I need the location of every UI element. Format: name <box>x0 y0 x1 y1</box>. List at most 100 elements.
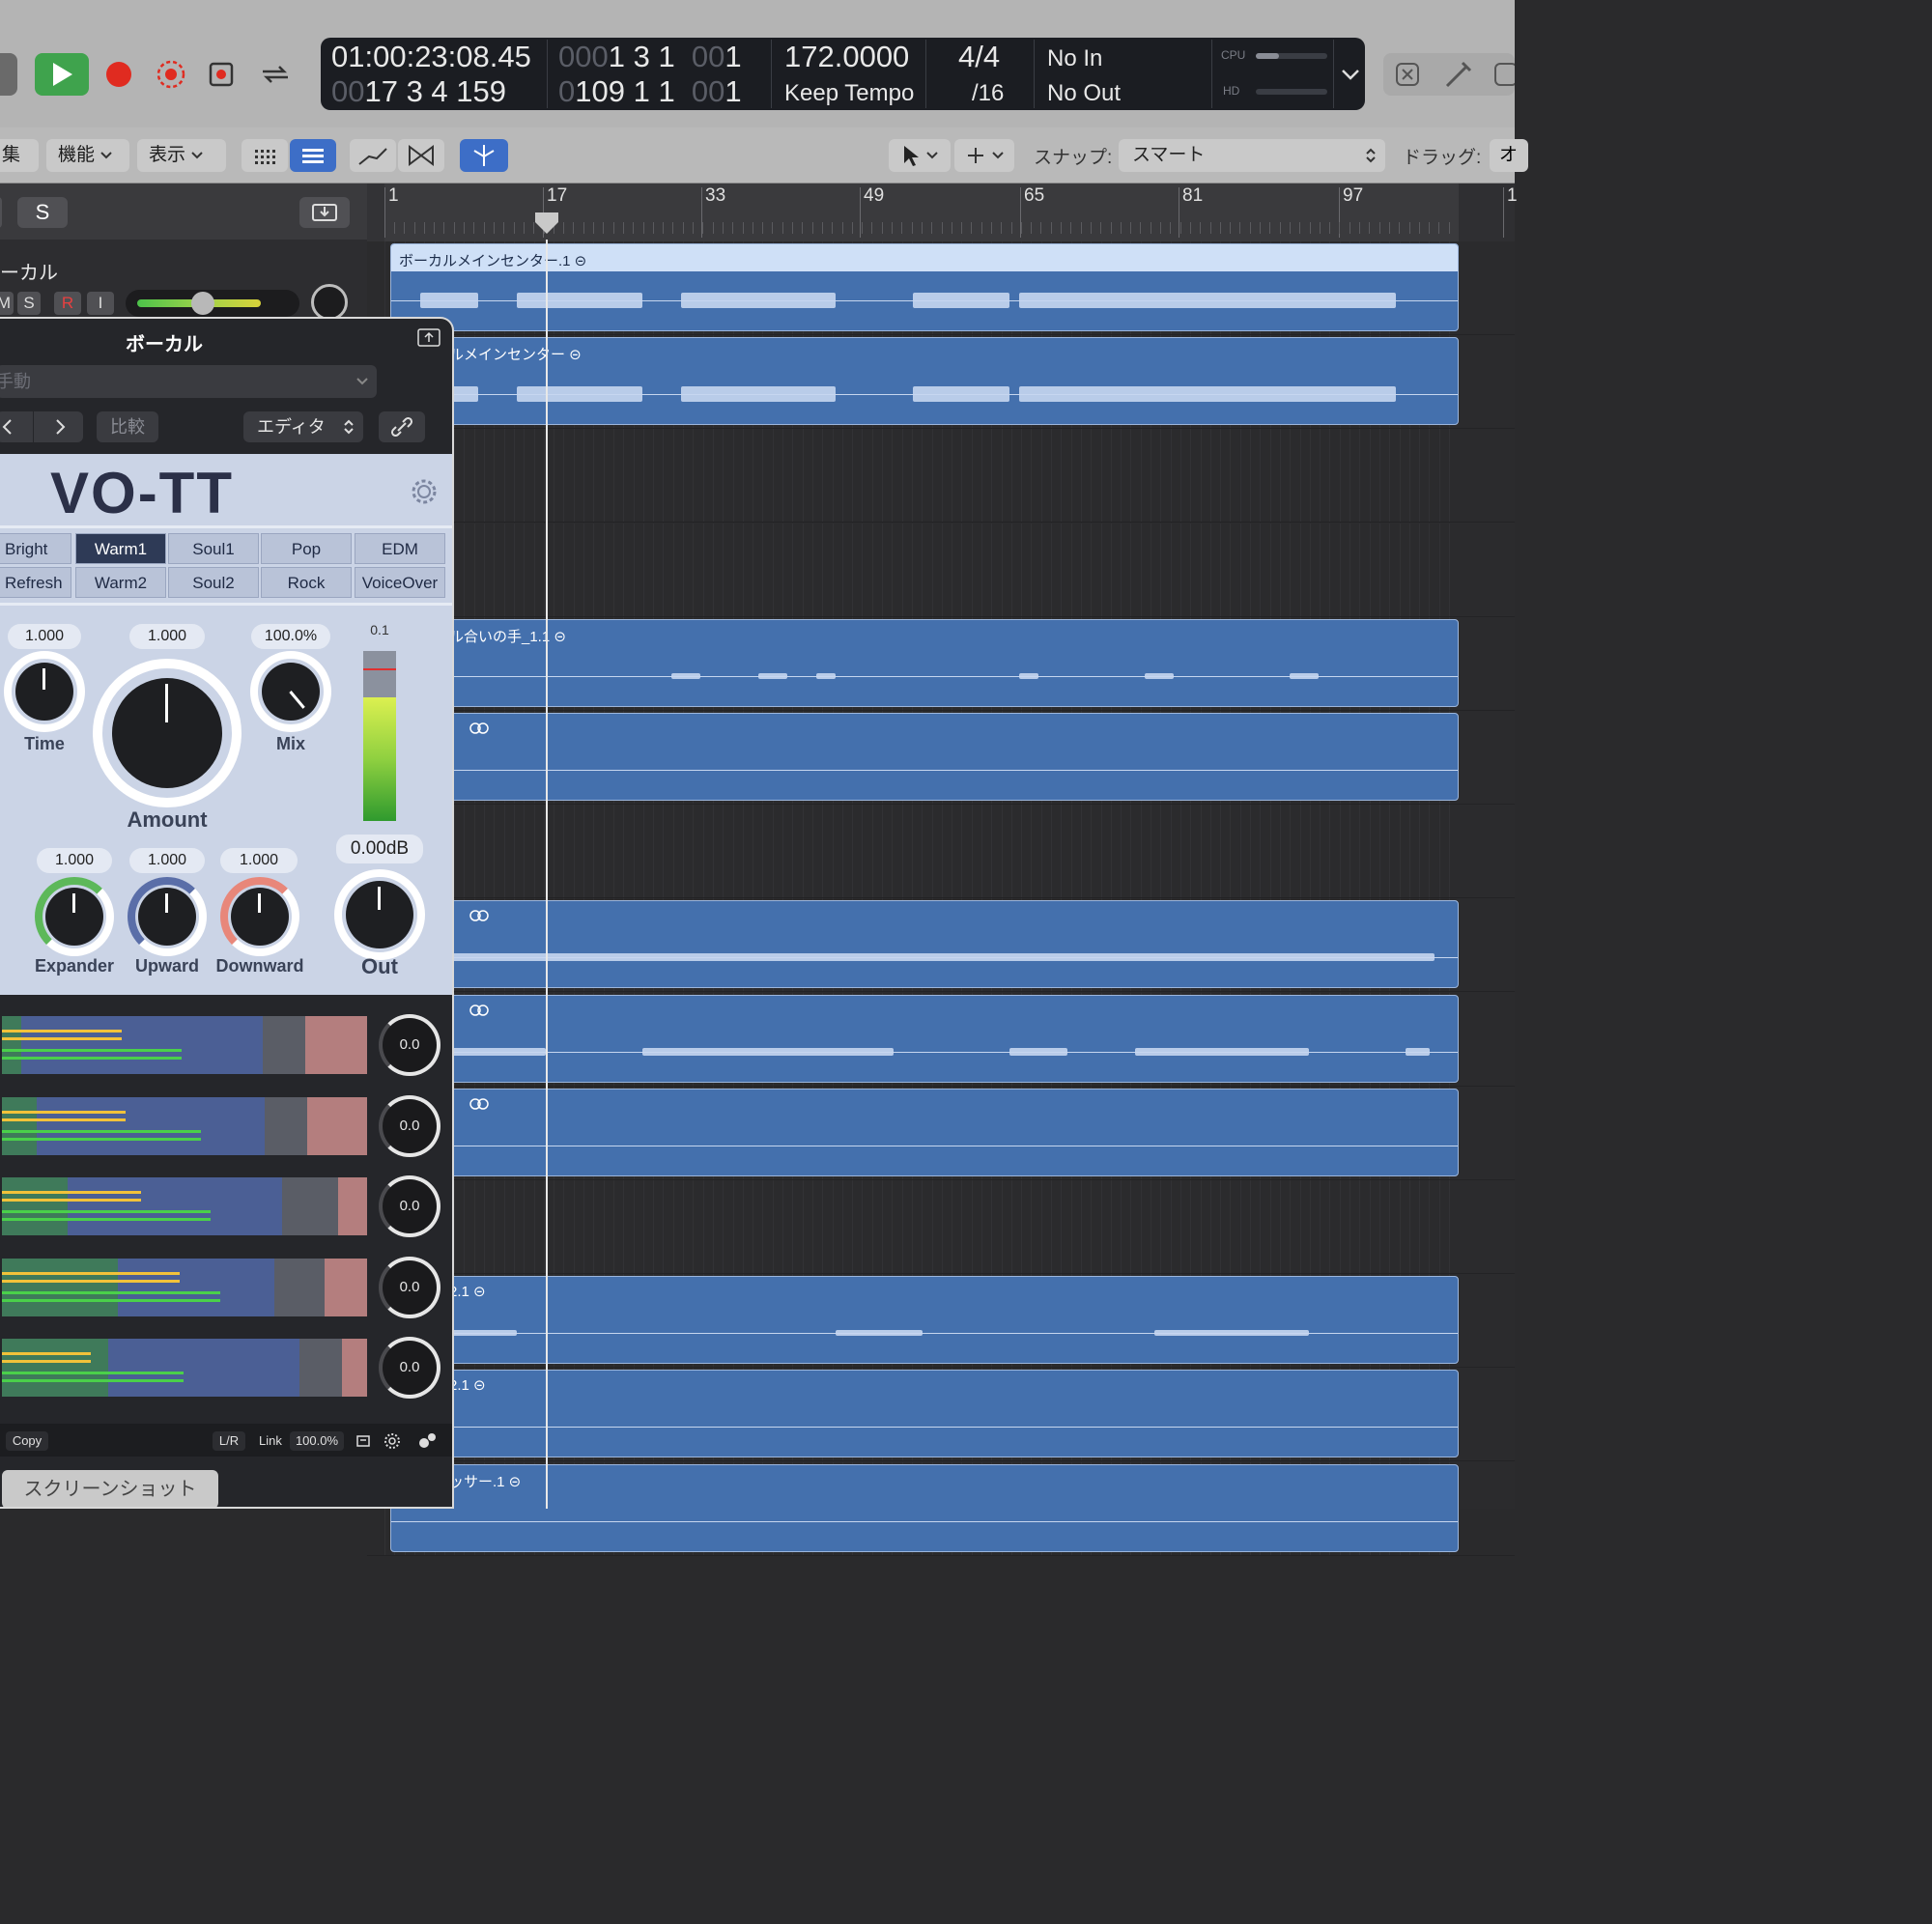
band-gain-knob[interactable]: 0.0 <box>379 1175 440 1237</box>
automation-button[interactable] <box>350 139 396 172</box>
compare-button[interactable]: 比較 <box>97 411 158 442</box>
track-lane[interactable]: ッサー.1 ⊝ <box>367 1462 1515 1556</box>
track-lane[interactable]: ルメインセンター ⊝ <box>367 335 1515 429</box>
archive-icon[interactable] <box>354 1431 373 1451</box>
settings-gear-icon[interactable] <box>383 1431 402 1451</box>
edit-menu[interactable]: 集 <box>0 139 39 172</box>
grid-view-button[interactable] <box>242 139 288 172</box>
track-lane[interactable]: 2.1 ⊝ <box>367 1368 1515 1461</box>
record-enable-button[interactable]: R <box>54 292 81 315</box>
screenshot-button[interactable]: スクリーンショット <box>2 1470 218 1507</box>
band-gain-knob[interactable]: 0.0 <box>379 1095 440 1157</box>
output-port[interactable]: No Out <box>1047 80 1121 107</box>
tempo-mode[interactable]: Keep Tempo <box>784 80 914 107</box>
global-solo-button[interactable]: S <box>17 197 68 228</box>
playhead-handle[interactable] <box>535 212 558 234</box>
functions-menu[interactable]: 機能 <box>46 139 129 172</box>
upward-knob[interactable] <box>138 888 196 946</box>
expander-knob[interactable] <box>45 888 103 946</box>
preset-button-voiceover[interactable]: VoiceOver <box>355 567 445 598</box>
preset-menu[interactable]: 手動 <box>0 365 377 398</box>
lcd-display[interactable]: 01:00:23:08.45 0017 3 4 159 0001 3 1 001… <box>321 38 1365 110</box>
track-lane[interactable] <box>367 523 1515 617</box>
track-lane[interactable] <box>367 711 1515 805</box>
mix-knob[interactable] <box>262 663 320 721</box>
audio-region[interactable]: ボーカルメインセンター.1 ⊝ <box>390 243 1459 331</box>
band-row[interactable] <box>2 1016 367 1074</box>
band-row[interactable] <box>2 1177 367 1235</box>
audio-region[interactable] <box>390 713 1459 801</box>
track-lane[interactable] <box>367 1180 1515 1274</box>
amount-knob[interactable] <box>112 678 222 788</box>
division-display[interactable]: /16 <box>972 80 1004 107</box>
punch-button[interactable] <box>199 53 243 96</box>
mute-button[interactable]: M <box>0 292 14 315</box>
track-lane[interactable] <box>367 1087 1515 1180</box>
preset-button-refresh[interactable]: Refresh <box>0 567 71 598</box>
play-button[interactable] <box>35 53 89 96</box>
audio-region[interactable] <box>390 900 1459 988</box>
preset-button-soul1[interactable]: Soul1 <box>168 533 259 564</box>
chevron-left-icon[interactable] <box>0 417 17 437</box>
preset-button-warm1[interactable]: Warm1 <box>75 533 166 564</box>
cycle-button[interactable] <box>251 53 299 96</box>
tracks-download-button[interactable] <box>299 197 350 228</box>
audio-region[interactable] <box>390 1089 1459 1176</box>
snap-select[interactable]: スマート <box>1119 139 1385 172</box>
audio-region[interactable] <box>390 995 1459 1083</box>
capture-record-button[interactable] <box>149 53 193 96</box>
audio-region[interactable]: 2.1 ⊝ <box>390 1370 1459 1457</box>
track-lane[interactable] <box>367 993 1515 1087</box>
input-monitor-button[interactable]: I <box>87 292 114 315</box>
chevron-down-icon[interactable] <box>1339 65 1362 84</box>
copy-button[interactable]: Copy <box>6 1431 48 1451</box>
score-icon[interactable] <box>1492 61 1515 88</box>
chevron-right-icon[interactable] <box>50 417 70 437</box>
pointer-tool-menu[interactable] <box>889 139 951 172</box>
flex-button[interactable] <box>398 139 444 172</box>
track-lane[interactable]: ル合いの手_1.1 ⊝ <box>367 617 1515 711</box>
editor-view-select[interactable]: エディタ <box>243 411 363 442</box>
out-knob[interactable] <box>346 881 413 948</box>
catch-button[interactable] <box>460 139 508 172</box>
tuner-icon[interactable] <box>1441 59 1474 90</box>
bar-ruler[interactable]: 1 17 33 49 65 81 97 1 <box>367 184 1518 241</box>
band-row[interactable] <box>2 1339 367 1397</box>
volume-fader[interactable] <box>126 290 299 317</box>
track-lane[interactable] <box>367 805 1515 898</box>
time-knob[interactable] <box>15 663 73 721</box>
tempo-display[interactable]: 172.0000 <box>784 40 909 74</box>
preset-button-rock[interactable]: Rock <box>261 567 352 598</box>
track-solo-button[interactable]: S <box>17 292 41 315</box>
band-gain-knob[interactable]: 0.0 <box>379 1337 440 1399</box>
plugin-window-expand[interactable] <box>417 328 440 348</box>
preset-button-warm2[interactable]: Warm2 <box>75 567 166 598</box>
input-port[interactable]: No In <box>1047 45 1102 72</box>
preset-button-bright[interactable]: Bright <box>0 533 71 564</box>
list-view-button[interactable] <box>290 139 336 172</box>
band-row[interactable] <box>2 1097 367 1155</box>
close-box-icon[interactable] <box>1393 61 1422 88</box>
preset-button-soul2[interactable]: Soul2 <box>168 567 259 598</box>
preset-button-edm[interactable]: EDM <box>355 533 445 564</box>
preset-button-pop[interactable]: Pop <box>261 533 352 564</box>
band-gain-knob[interactable]: 0.0 <box>379 1257 440 1318</box>
record-button[interactable] <box>97 53 141 96</box>
fader-thumb[interactable] <box>191 292 214 315</box>
tracks-area[interactable]: ボーカルメインセンター.1 ⊝ ルメインセンター ⊝ ル合いの手_1.1 ⊝ 2.1 … <box>367 241 1515 1556</box>
gear-icon[interactable] <box>410 477 439 506</box>
view-menu[interactable]: 表示 <box>137 139 226 172</box>
track-name[interactable]: ーカル <box>0 257 58 285</box>
track-lane[interactable]: 2.1 ⊝ <box>367 1274 1515 1368</box>
lr-button[interactable]: L/R <box>213 1431 245 1451</box>
band-row[interactable] <box>2 1259 367 1316</box>
secondary-tool-menu[interactable] <box>954 139 1014 172</box>
downward-knob[interactable] <box>231 888 289 946</box>
track-lane[interactable] <box>367 898 1515 992</box>
link-button[interactable] <box>379 411 425 442</box>
track-lane[interactable]: ボーカルメインセンター.1 ⊝ <box>367 241 1515 335</box>
pan-knob[interactable] <box>311 284 348 321</box>
audio-region[interactable]: ルメインセンター ⊝ <box>390 337 1459 425</box>
time-signature[interactable]: 4/4 <box>958 40 1000 74</box>
stop-button[interactable] <box>0 53 17 96</box>
